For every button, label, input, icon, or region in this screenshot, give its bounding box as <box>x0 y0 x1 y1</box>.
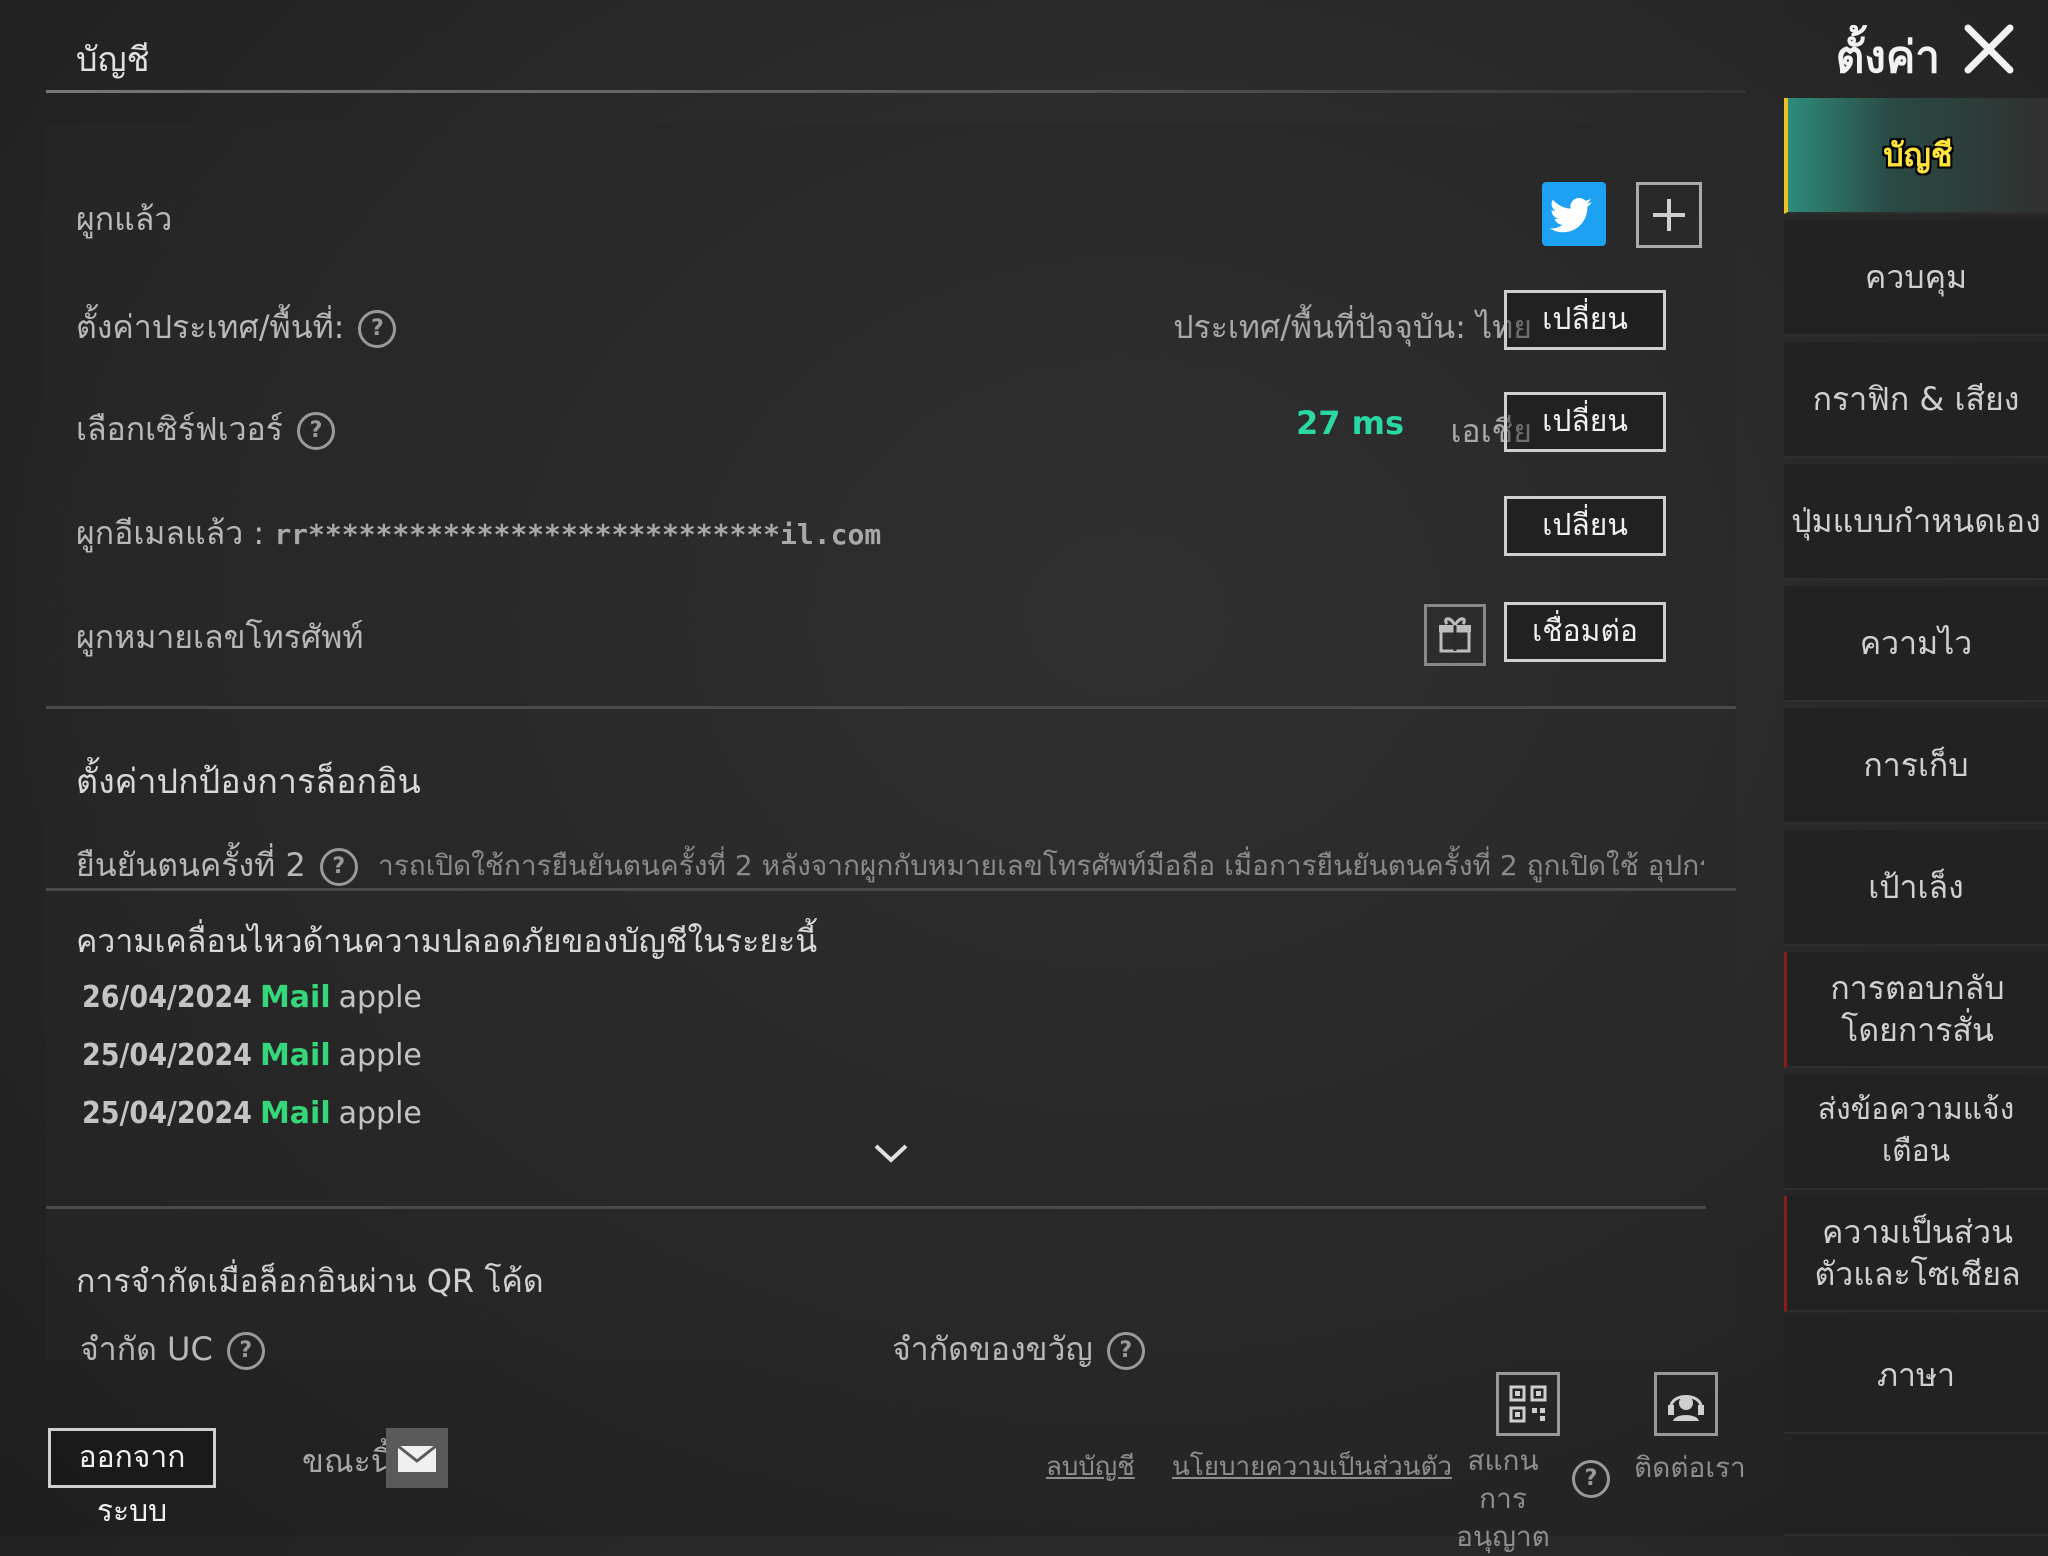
tab-pickup[interactable]: การเก็บ <box>1784 708 2048 824</box>
tab-privacy-social[interactable]: ความเป็นส่วนตัวและโซเชียล <box>1784 1196 2048 1312</box>
gift-icon <box>1439 617 1471 653</box>
settings-sidebar: บัญชี ควบคุม กราฟิก & เสียง ปุ่มแบบกำหนด… <box>1784 98 2048 1536</box>
connect-phone-button[interactable]: เชื่อมต่อ <box>1504 602 1666 662</box>
region-label-text: ตั้งค่าประเทศ/พื้นที่: <box>76 308 345 346</box>
login-protection-title: ตั้งค่าปกป้องการล็อกอิน <box>76 762 421 802</box>
tab-label: กราฟิก & เสียง <box>1812 380 2020 418</box>
tab-graphics-audio[interactable]: กราฟิก & เสียง <box>1784 342 2048 458</box>
server-label: เลือกเซิร์ฟเวอร์? <box>76 404 335 455</box>
server-ping: 27 ms <box>1295 404 1404 442</box>
help-icon[interactable]: ? <box>226 1332 265 1370</box>
tab-vibration[interactable]: การตอบกลับโดยการสั่น <box>1784 952 2048 1068</box>
change-region-button[interactable]: เปลี่ยน <box>1504 290 1666 350</box>
qr-code-icon <box>1509 1385 1547 1423</box>
help-icon[interactable]: ? <box>319 848 358 886</box>
tab-label: ควบคุม <box>1864 258 1968 296</box>
log-device: apple <box>338 1096 422 1131</box>
qr-scan-button[interactable] <box>1496 1372 1560 1436</box>
second-verify-description: ารถเปิดใช้การยืนยันตนครั้งที่ 2 หลังจากผ… <box>378 849 1704 882</box>
email-row: ผูกอีเมลแล้ว : rr***********************… <box>76 508 881 559</box>
mail-button[interactable] <box>386 1428 448 1488</box>
now-label: ขณะนี้ <box>302 1442 393 1480</box>
help-icon[interactable]: ? <box>1106 1332 1145 1370</box>
help-icon[interactable]: ? <box>296 412 335 450</box>
delete-account-link[interactable]: ลบบัญชี <box>1046 1446 1135 1487</box>
add-link-button[interactable] <box>1636 182 1702 248</box>
region-current: ประเทศ/พื้นที่ปัจจุบัน: ไทย <box>1173 308 1532 346</box>
settings-title: ตั้งค่า <box>1835 32 1940 83</box>
qr-scan-label-line2: อนุญาต <box>1456 1520 1550 1553</box>
header-divider <box>46 90 1746 93</box>
mail-icon <box>397 1444 437 1472</box>
qr-limit-title: การจำกัดเมื่อล็อกอินผ่าน QR โค้ด <box>76 1262 544 1300</box>
section-divider <box>46 888 1736 891</box>
qr-scan-label[interactable]: สแกนการ อนุญาต <box>1452 1442 1554 1556</box>
tab-sensitivity[interactable]: ความไว <box>1784 586 2048 702</box>
tab-custom-buttons[interactable]: ปุ่มแบบกำหนดเอง <box>1784 464 2048 580</box>
linked-label: ผูกแล้ว <box>76 200 173 238</box>
tab-label: ความเป็นส่วนตัวและโซเชียล <box>1814 1213 2021 1293</box>
log-type: Mail <box>259 1038 331 1073</box>
list-item: 25/04/2024 Mail apple <box>82 1096 422 1131</box>
server-label-text: เลือกเซิร์ฟเวอร์ <box>76 410 283 448</box>
log-date: 26/04/2024 <box>82 980 252 1015</box>
qr-scan-label-line1: สแกนการ <box>1467 1444 1539 1515</box>
tab-label: เป้าเล็ง <box>1868 868 1964 906</box>
twitter-icon <box>1549 198 1592 233</box>
change-server-button[interactable]: เปลี่ยน <box>1504 392 1666 452</box>
log-date: 25/04/2024 <box>82 1096 252 1131</box>
tab-label: บัญชี <box>1883 136 1953 174</box>
plus-icon <box>1653 199 1685 231</box>
section-divider <box>46 1206 1706 1209</box>
gift-button[interactable] <box>1424 604 1486 666</box>
section-title: บัญชี <box>76 40 150 80</box>
second-verify-label: ยืนยันตนครั้งที่ 2? <box>76 840 358 891</box>
close-icon <box>1964 24 2014 74</box>
tab-notifications[interactable]: ส่งข้อความแจ้งเตือน <box>1784 1074 2048 1190</box>
tab-crosshair[interactable]: เป้าเล็ง <box>1784 830 2048 946</box>
uc-limit-text: จำกัด UC <box>80 1330 213 1368</box>
twitter-link-button[interactable] <box>1542 182 1606 246</box>
gift-limit-text: จำกัดของขวัญ <box>892 1330 1093 1368</box>
tab-label: ภาษา <box>1876 1356 1956 1394</box>
tab-label: ส่งข้อความแจ้งเตือน <box>1817 1092 2015 1169</box>
tab-label: ปุ่มแบบกำหนดเอง <box>1791 502 2041 540</box>
log-date: 25/04/2024 <box>82 1038 252 1073</box>
tab-label: การเก็บ <box>1863 746 1969 784</box>
close-button[interactable] <box>1960 20 2018 78</box>
list-item: 25/04/2024 Mail apple <box>82 1038 422 1073</box>
help-icon[interactable]: ? <box>1572 1460 1610 1498</box>
help-icon[interactable]: ? <box>358 310 397 348</box>
change-email-button[interactable]: เปลี่ยน <box>1504 496 1666 556</box>
phone-label: ผูกหมายเลขโทรศัพท์ <box>76 618 364 656</box>
tab-language[interactable]: ภาษา <box>1784 1318 2048 1434</box>
tab-label: ความไว <box>1859 624 1973 662</box>
second-verify-label-text: ยืนยันตนครั้งที่ 2 <box>76 846 306 884</box>
region-label: ตั้งค่าประเทศ/พื้นที่:? <box>76 302 397 353</box>
logout-button[interactable]: ออกจากระบบ <box>48 1428 216 1529</box>
log-device: apple <box>338 980 422 1015</box>
gift-limit-label: จำกัดของขวัญ? <box>892 1324 1145 1375</box>
headset-icon <box>1668 1395 1704 1421</box>
email-label: ผูกอีเมลแล้ว : <box>76 514 265 552</box>
privacy-policy-link[interactable]: นโยบายความเป็นส่วนตัว <box>1172 1446 1452 1487</box>
contact-us-label[interactable]: ติดต่อเรา <box>1634 1446 1746 1490</box>
tab-account[interactable]: บัญชี <box>1784 98 2048 214</box>
contact-button[interactable] <box>1654 1372 1718 1436</box>
email-masked: rr****************************il.com <box>274 518 882 551</box>
log-type: Mail <box>259 980 331 1015</box>
section-divider <box>46 706 1736 709</box>
uc-limit-label: จำกัด UC? <box>80 1324 265 1375</box>
list-item: 26/04/2024 Mail apple <box>82 980 422 1015</box>
tab-label: การตอบกลับโดยการสั่น <box>1830 969 2005 1049</box>
security-activity-title: ความเคลื่อนไหวด้านความปลอดภัยของบัญชีในร… <box>76 922 818 960</box>
sidebar-filler <box>1784 1440 2048 1536</box>
log-device: apple <box>338 1038 422 1073</box>
tab-controls[interactable]: ควบคุม <box>1784 220 2048 336</box>
chevron-down-icon[interactable] <box>870 1140 912 1166</box>
log-type: Mail <box>259 1096 331 1131</box>
